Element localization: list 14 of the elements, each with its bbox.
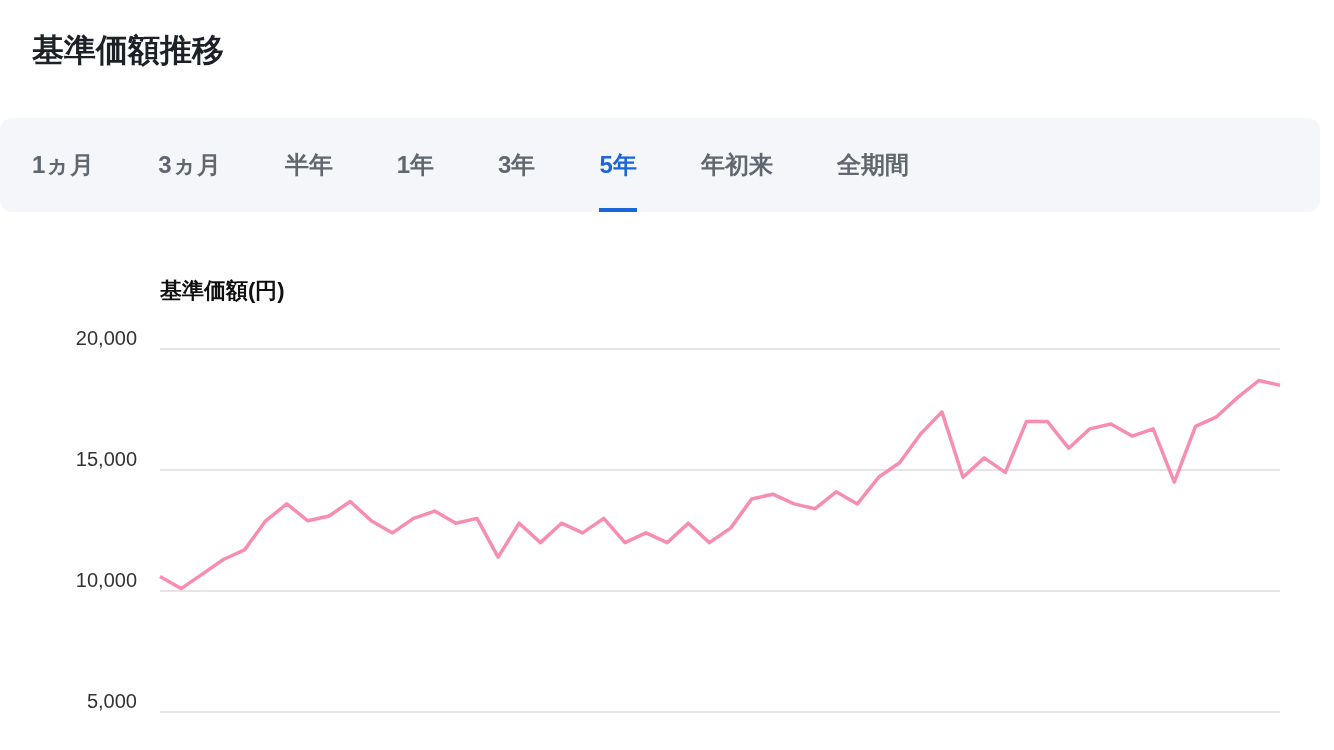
period-tab[interactable]: 3ヵ月 bbox=[158, 118, 221, 212]
period-tab[interactable]: 年初来 bbox=[700, 118, 773, 212]
period-tab[interactable]: 全期間 bbox=[836, 118, 909, 212]
period-tab[interactable]: 1年 bbox=[396, 118, 435, 212]
page-title: 基準価額推移 bbox=[32, 31, 224, 70]
y-tick-label: 15,000 bbox=[75, 448, 137, 470]
y-tick-label: 5,000 bbox=[86, 690, 137, 712]
y-tick-label: 10,000 bbox=[75, 569, 137, 591]
y-axis-title: 基準価額(円) bbox=[160, 278, 285, 303]
period-tab[interactable]: 半年 bbox=[284, 118, 333, 212]
period-tab[interactable]: 1ヵ月 bbox=[32, 118, 95, 212]
period-tab[interactable]: 5年 bbox=[599, 118, 637, 212]
y-tick-label: 20,000 bbox=[75, 327, 137, 349]
period-tab[interactable]: 3年 bbox=[498, 118, 536, 212]
